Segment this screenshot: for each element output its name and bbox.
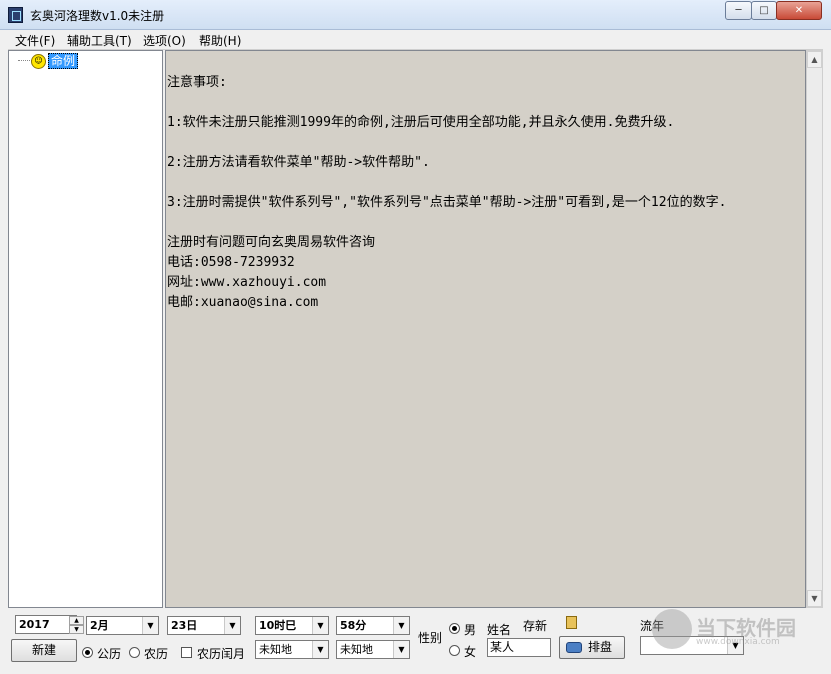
minute-select[interactable]: 58分 ▼ — [336, 616, 410, 635]
day-value: 23日 — [171, 619, 198, 632]
content-pane: 注意事项: 1:软件未注册只能推测1999年的命例,注册后可使用全部功能,并且永… — [165, 50, 806, 608]
name-label: 姓名 — [487, 623, 512, 637]
chevron-down-icon: ▼ — [393, 641, 409, 658]
place-select-2[interactable]: 未知地 ▼ — [336, 640, 410, 659]
chevron-down-icon: ▼ — [312, 641, 328, 658]
name-input[interactable]: 某人 — [487, 638, 551, 657]
tree-view[interactable]: ☺ 命例 — [8, 50, 163, 608]
new-button[interactable]: 新建 — [11, 639, 77, 662]
year-value: 2017 — [19, 618, 50, 631]
spin-down-icon[interactable]: ▼ — [69, 625, 84, 634]
place2-value: 未知地 — [340, 643, 373, 656]
menu-options[interactable]: 选项(O) — [143, 32, 186, 49]
gender-female-label: 女 — [464, 645, 477, 659]
place1-value: 未知地 — [259, 643, 292, 656]
watermark-url: www.downxia.com — [696, 637, 780, 647]
gender-label: 性别 — [418, 631, 443, 645]
gender-male-radio[interactable] — [449, 623, 460, 634]
notice-text: 注意事项: 1:软件未注册只能推测1999年的命例,注册后可使用全部功能,并且永… — [167, 75, 727, 310]
close-button[interactable]: ✕ — [776, 1, 822, 20]
chevron-down-icon: ▼ — [312, 617, 328, 634]
minimize-button[interactable]: ─ — [725, 1, 752, 20]
scroll-down-icon[interactable]: ▼ — [807, 590, 822, 607]
chart-button-label: 排盘 — [587, 640, 612, 654]
year-spinner[interactable]: 2017 ▲ ▼ — [15, 615, 84, 634]
calendar-lunar-radio[interactable] — [129, 647, 140, 658]
minute-value: 58分 — [340, 619, 367, 632]
maximize-button[interactable]: □ — [751, 1, 777, 20]
leap-month-checkbox[interactable] — [181, 647, 192, 658]
place-select-1[interactable]: 未知地 ▼ — [255, 640, 329, 659]
calendar-solar-label: 公历 — [97, 647, 122, 661]
calendar-solar-radio[interactable] — [82, 647, 93, 658]
menu-file[interactable]: 文件(F) — [15, 32, 55, 49]
day-select[interactable]: 23日 ▼ — [167, 616, 241, 635]
chevron-down-icon: ▼ — [224, 617, 240, 634]
app-icon — [8, 7, 23, 23]
title-bar: 玄奥河洛理数v1.0未注册 ─ □ ✕ — [0, 0, 831, 30]
window-title: 玄奥河洛理数v1.0未注册 — [30, 9, 165, 23]
hour-value: 10时巳 — [259, 619, 297, 632]
book-icon[interactable] — [566, 616, 577, 629]
gender-female-radio[interactable] — [449, 645, 460, 656]
menu-tools[interactable]: 辅助工具(T) — [67, 32, 132, 49]
save-new-label[interactable]: 存新 — [523, 617, 547, 634]
chevron-down-icon: ▼ — [393, 617, 409, 634]
month-value: 2月 — [90, 619, 109, 632]
gender-male-label: 男 — [464, 623, 477, 637]
vertical-scrollbar[interactable]: ▲ ▼ — [806, 50, 823, 608]
watermark-logo-icon — [652, 609, 692, 649]
scroll-up-icon[interactable]: ▲ — [807, 51, 822, 68]
hour-select[interactable]: 10时巳 ▼ — [255, 616, 329, 635]
menu-bar: 文件(F) 辅助工具(T) 选项(O) 帮助(H) — [8, 30, 823, 50]
watermark: 当下软件园 www.downxia.com — [652, 606, 812, 662]
menu-help[interactable]: 帮助(H) — [199, 32, 241, 49]
leap-month-label: 农历闰月 — [197, 647, 246, 661]
tree-item-root[interactable]: 命例 — [48, 53, 79, 69]
chevron-down-icon: ▼ — [142, 617, 158, 634]
calendar-lunar-label: 农历 — [144, 647, 169, 661]
month-select[interactable]: 2月 ▼ — [86, 616, 159, 635]
smiley-icon: ☺ — [31, 54, 46, 69]
spin-up-icon[interactable]: ▲ — [69, 616, 84, 625]
disk-icon — [566, 642, 582, 653]
